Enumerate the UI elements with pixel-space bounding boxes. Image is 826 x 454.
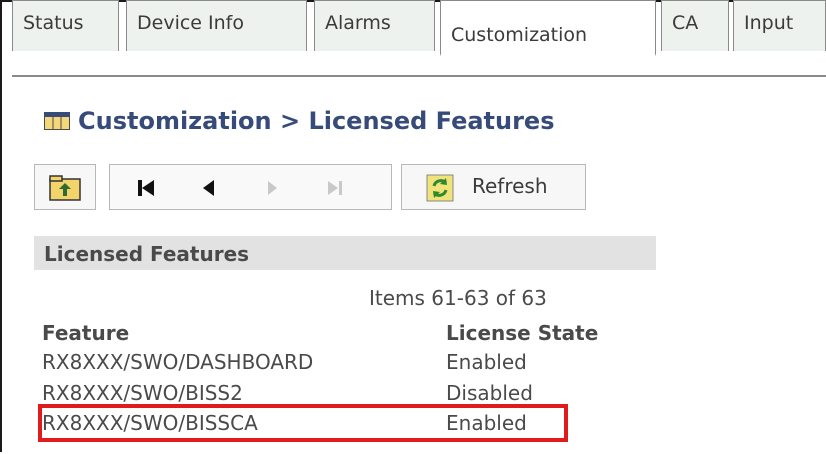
refresh-button-label: Refresh bbox=[472, 174, 548, 198]
next-page-icon[interactable] bbox=[258, 175, 286, 201]
page-title: Customization > Licensed Features bbox=[44, 104, 555, 138]
tab-bar-baseline bbox=[12, 75, 826, 77]
last-page-icon[interactable] bbox=[322, 175, 350, 201]
column-header-feature: Feature bbox=[42, 321, 130, 345]
table-columns-icon bbox=[44, 105, 70, 130]
highlight-box bbox=[38, 404, 568, 442]
tab-customization[interactable]: Customization bbox=[440, 0, 656, 56]
previous-page-icon[interactable] bbox=[196, 175, 224, 201]
pagination-controls bbox=[109, 164, 392, 210]
license-state-cell: Enabled bbox=[446, 350, 527, 374]
feature-cell: RX8XXX/SWO/DASHBOARD bbox=[42, 350, 314, 374]
feature-cell: RX8XXX/SWO/BISS2 bbox=[42, 381, 243, 405]
tab-status[interactable]: Status bbox=[12, 0, 119, 51]
license-state-cell: Disabled bbox=[446, 381, 533, 405]
tab-alarms[interactable]: Alarms bbox=[314, 0, 435, 51]
first-page-icon[interactable] bbox=[132, 175, 160, 201]
page-title-text: Customization > Licensed Features bbox=[78, 107, 555, 135]
folder-up-icon bbox=[49, 175, 81, 205]
section-header: Licensed Features bbox=[34, 236, 656, 270]
refresh-button[interactable]: Refresh bbox=[401, 164, 586, 210]
pagination-status: Items 61-63 of 63 bbox=[369, 286, 547, 310]
tab-device-info[interactable]: Device Info bbox=[126, 0, 307, 51]
tab-ca[interactable]: CA bbox=[661, 0, 729, 51]
refresh-icon bbox=[426, 174, 454, 206]
up-folder-button[interactable] bbox=[34, 164, 96, 210]
column-header-license-state: License State bbox=[446, 321, 599, 345]
tab-input[interactable]: Input bbox=[733, 0, 826, 51]
